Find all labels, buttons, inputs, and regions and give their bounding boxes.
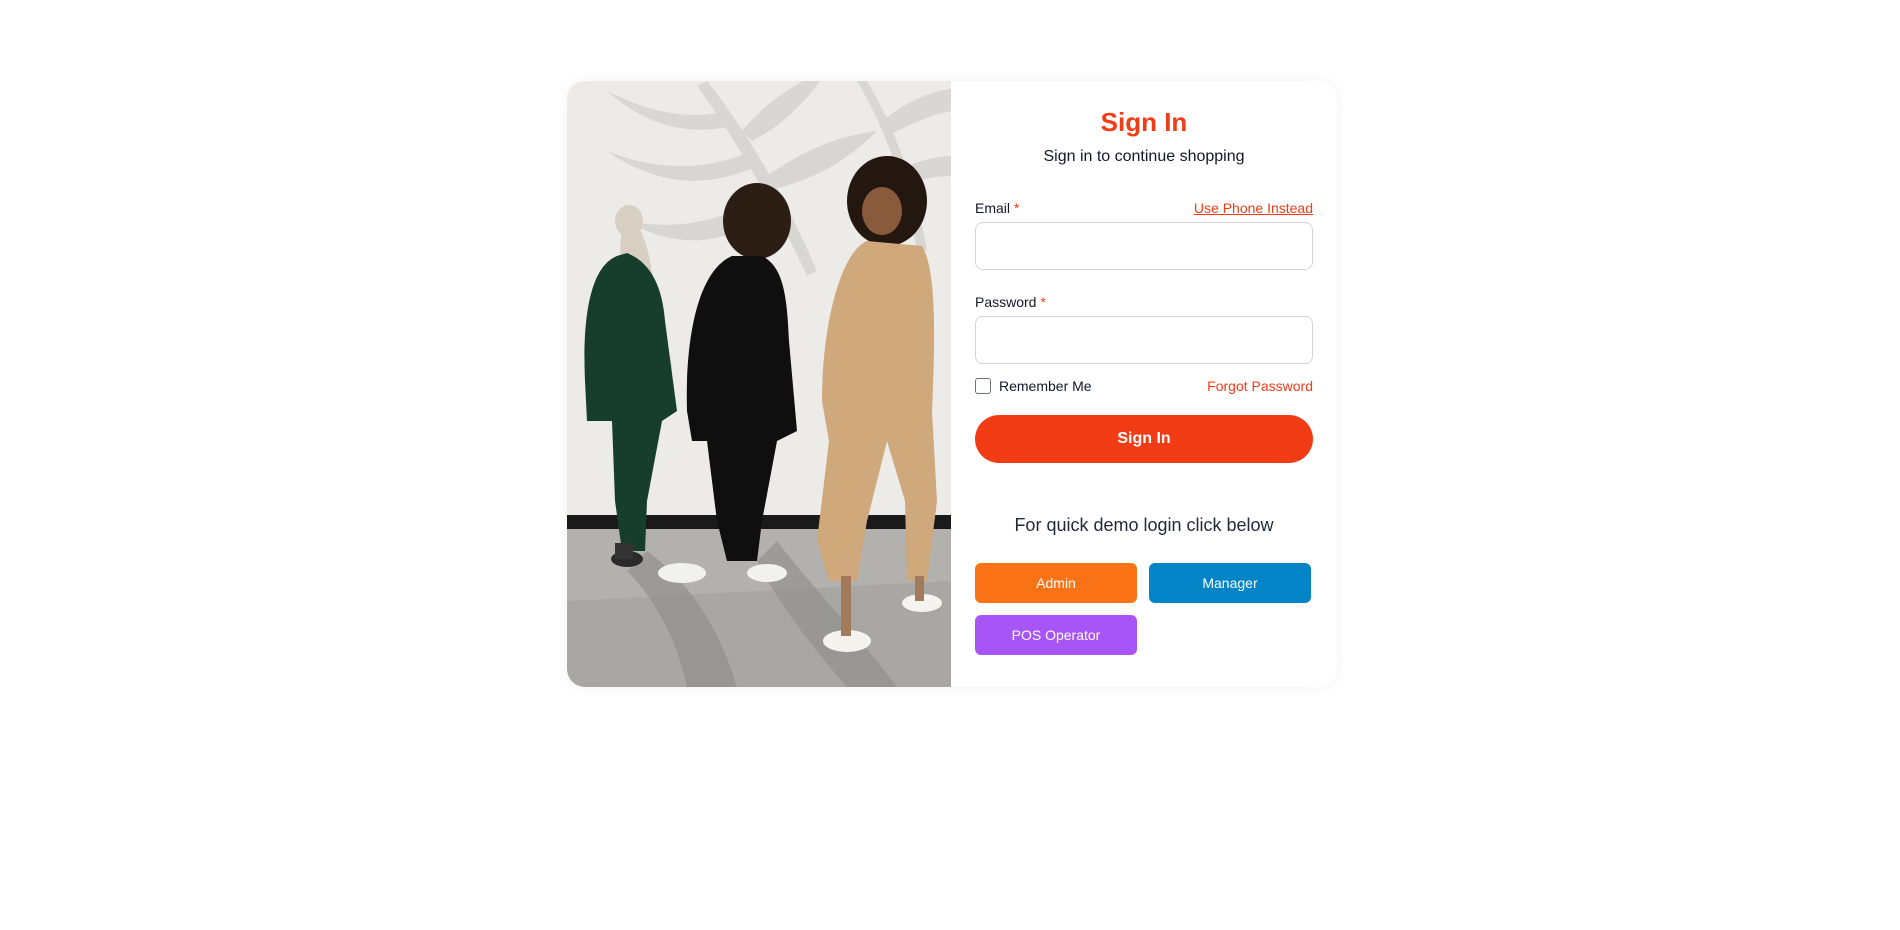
email-field[interactable] <box>975 222 1313 270</box>
demo-login-prompt: For quick demo login click below <box>1014 515 1274 535</box>
password-label-text: Password <box>975 294 1037 310</box>
password-field[interactable] <box>975 316 1313 364</box>
remember-me[interactable]: Remember Me <box>975 378 1092 394</box>
pos-operator-demo-button[interactable]: POS Operator <box>975 615 1137 655</box>
password-label: Password * <box>975 294 1046 310</box>
use-phone-link[interactable]: Use Phone Instead <box>1194 200 1313 216</box>
fashion-photo-icon <box>567 81 951 687</box>
fashion-photo <box>567 81 951 687</box>
email-label: Email * <box>975 200 1019 216</box>
forgot-password-link[interactable]: Forgot Password <box>1207 378 1313 394</box>
password-label-row: Password * <box>975 294 1313 310</box>
email-label-row: Email * Use Phone Instead <box>975 200 1313 216</box>
remember-me-label: Remember Me <box>999 378 1092 394</box>
admin-demo-button[interactable]: Admin <box>975 563 1137 603</box>
email-required-mark: * <box>1013 200 1020 216</box>
page-subtitle: Sign in to continue shopping <box>1043 148 1245 165</box>
manager-demo-button[interactable]: Manager <box>1149 563 1311 603</box>
login-card: Sign In Sign in to continue shopping Ema… <box>567 81 1337 687</box>
remember-me-checkbox[interactable] <box>975 378 991 394</box>
demo-login-buttons: Admin Manager POS Operator <box>975 563 1313 655</box>
signin-options: Remember Me Forgot Password <box>975 378 1313 394</box>
page-title: Sign In <box>1100 107 1188 137</box>
sign-in-button[interactable]: Sign In <box>975 415 1313 463</box>
email-label-text: Email <box>975 200 1011 216</box>
password-required-mark: * <box>1040 294 1046 310</box>
signin-form: Sign In Sign in to continue shopping Ema… <box>951 81 1337 687</box>
